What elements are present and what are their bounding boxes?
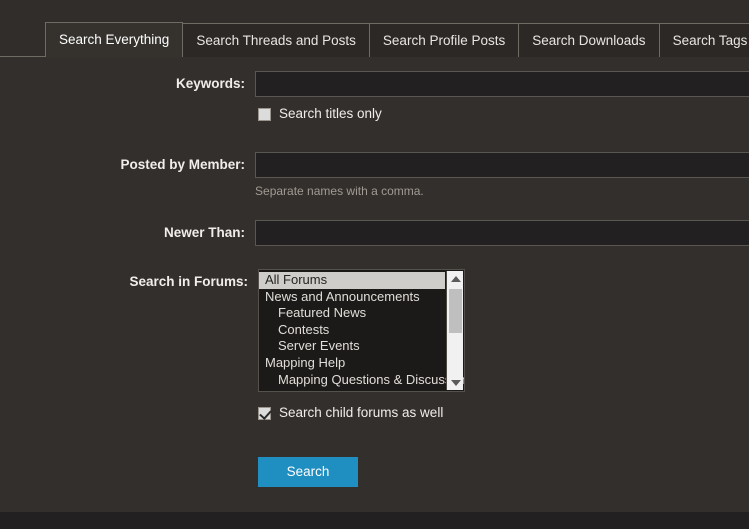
tab-search-tags[interactable]: Search Tags [658, 23, 749, 57]
newer-than-label: Newer Than: [164, 225, 246, 240]
forums-option[interactable]: Server Events [259, 338, 445, 355]
posted-by-member-control: Separate names with a comma. [255, 152, 749, 199]
search-titles-only-control: Search titles only [258, 106, 749, 122]
tab-label: Search Everything [59, 32, 170, 47]
newer-than-input[interactable] [255, 220, 749, 246]
search-titles-only-label: Search titles only [279, 106, 382, 121]
scrollbar-thumb[interactable] [449, 289, 462, 333]
triangle-up-glyph [450, 275, 461, 282]
tab-search-everything[interactable]: Search Everything [45, 22, 184, 58]
search-child-forums-label: Search child forums as well [279, 405, 444, 420]
forums-option[interactable]: Contests [259, 322, 445, 339]
forums-option[interactable]: Featured News [259, 305, 445, 322]
tab-search-profile-posts[interactable]: Search Profile Posts [368, 23, 520, 57]
keywords-label: Keywords: [175, 76, 246, 91]
submit-control: Search [258, 457, 749, 487]
forums-option[interactable]: All Forums [259, 272, 445, 289]
search-child-forums-checkline[interactable]: Search child forums as well [258, 405, 749, 421]
forums-option[interactable]: Mapping Questions & Discussion [259, 372, 464, 389]
search-button[interactable]: Search [258, 457, 358, 487]
tab-label: Search Profile Posts [382, 33, 506, 48]
newer-than-control [255, 220, 749, 246]
tab-label: Search Downloads [532, 33, 646, 48]
tab-list: Search Everything Search Threads and Pos… [45, 22, 749, 58]
forums-listbox[interactable]: All Forums News and Announcements Featur… [258, 269, 465, 392]
tab-search-threads-and-posts[interactable]: Search Threads and Posts [182, 23, 370, 57]
forums-listbox-scrollbar[interactable] [446, 271, 463, 390]
tab-label: Search Threads and Posts [196, 33, 356, 48]
tab-search-downloads[interactable]: Search Downloads [518, 23, 660, 57]
row-submit: Search [0, 457, 749, 487]
triangle-down-glyph [450, 379, 461, 386]
search-form-panel: Keywords: Search titles only Posted by M… [0, 57, 749, 512]
row-search-in-forums: Search in Forums: All Forums News and An… [0, 269, 749, 392]
forums-option[interactable]: Mapping Help [259, 355, 445, 372]
search-page: Search Everything Search Threads and Pos… [0, 0, 749, 529]
forums-option-list: All Forums News and Announcements Featur… [259, 270, 464, 391]
row-keywords: Keywords: [0, 71, 749, 97]
search-titles-only-checkline[interactable]: Search titles only [258, 106, 749, 122]
forums-option[interactable]: News and Announcements [259, 289, 445, 306]
search-in-forums-label: Search in Forums: [129, 274, 248, 289]
row-posted-by-member: Posted by Member: Separate names with a … [0, 152, 749, 199]
search-titles-only-checkbox[interactable] [258, 107, 271, 121]
keywords-input[interactable] [255, 71, 749, 97]
triangle-down-icon[interactable] [447, 375, 464, 390]
search-in-forums-control: All Forums News and Announcements Featur… [258, 269, 749, 392]
page-footer [0, 512, 749, 529]
posted-by-member-input[interactable] [255, 152, 749, 178]
keywords-control [255, 71, 749, 97]
row-search-child-forums: Search child forums as well [0, 405, 749, 421]
row-newer-than: Newer Than: [0, 220, 749, 246]
tab-label: Search Tags [672, 33, 748, 48]
posted-by-member-label: Posted by Member: [120, 157, 246, 172]
row-search-titles-only: Search titles only [0, 106, 749, 122]
posted-by-member-hint: Separate names with a comma. [255, 184, 424, 198]
tab-strip: Search Everything Search Threads and Pos… [0, 0, 749, 58]
search-child-forums-checkbox[interactable] [258, 406, 271, 420]
search-child-forums-control: Search child forums as well [258, 405, 749, 421]
triangle-up-icon[interactable] [447, 271, 464, 286]
